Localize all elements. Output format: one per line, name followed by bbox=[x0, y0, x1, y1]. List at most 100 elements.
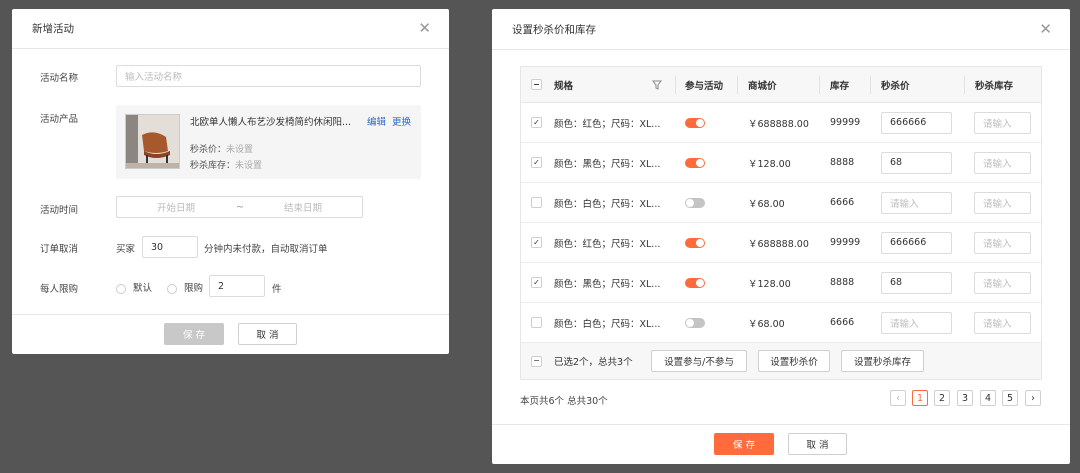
page-1[interactable]: 1 bbox=[912, 390, 928, 406]
seckill-stock-input[interactable]: 请输入 bbox=[974, 311, 1031, 334]
toggle-switch[interactable] bbox=[685, 237, 705, 248]
activity-product-label: 活动产品 bbox=[40, 114, 79, 125]
set-seckill-price-button[interactable]: 设置秒杀价 bbox=[758, 350, 830, 372]
seckill-price-input[interactable]: 68 bbox=[881, 151, 952, 174]
replace-product-link[interactable]: 更换 bbox=[392, 114, 411, 128]
toggle-switch[interactable] bbox=[685, 317, 705, 328]
save-button[interactable]: 保 存 bbox=[714, 433, 774, 455]
radio-icon[interactable] bbox=[116, 283, 126, 294]
checkbox-icon[interactable]: ✓ bbox=[531, 157, 542, 168]
seckill-price-cell: 请输入 bbox=[881, 183, 952, 222]
spec-cell: 颜色：红色；尺码：XL... bbox=[554, 118, 661, 130]
seckill-stock-cell: 请输入 bbox=[974, 183, 1031, 222]
checkbox-icon[interactable] bbox=[531, 317, 542, 328]
end-date-input[interactable]: 结束日期 bbox=[284, 200, 322, 214]
modal-footer: 保 存 取 消 bbox=[12, 314, 449, 354]
radio-default[interactable]: 默认 bbox=[116, 280, 152, 294]
stock-cell: 6666 bbox=[830, 197, 855, 208]
cancel-minutes-input[interactable]: 30 bbox=[142, 236, 198, 258]
set-seckill-stock-button[interactable]: 设置秒杀库存 bbox=[841, 350, 924, 372]
checkbox-icon[interactable]: − bbox=[531, 79, 542, 90]
cancel-button[interactable]: 取 消 bbox=[238, 323, 297, 345]
seckill-stock-input[interactable]: 请输入 bbox=[974, 151, 1031, 174]
seckill-stock-input[interactable]: 请输入 bbox=[974, 191, 1031, 214]
seckill-stock-input[interactable]: 请输入 bbox=[974, 231, 1031, 254]
seckill-stock-cell: 请输入 bbox=[974, 143, 1031, 182]
page-5[interactable]: 5 bbox=[1002, 390, 1018, 406]
checkbox-icon[interactable] bbox=[531, 197, 542, 208]
mall-price-cell: ￥688888.00 bbox=[748, 118, 809, 130]
toggle-switch[interactable] bbox=[685, 197, 705, 208]
seckill-stock-input[interactable]: 请输入 bbox=[974, 111, 1031, 134]
toggle-switch[interactable] bbox=[685, 277, 705, 288]
row-checkbox[interactable] bbox=[531, 303, 542, 342]
purchase-limit-label: 每人限购 bbox=[40, 284, 79, 295]
buyer-text: 买家 bbox=[116, 244, 136, 255]
table-body: ✓ 颜色：红色；尺码：XL... ￥688888.00 99999 666666 请输入 … bbox=[521, 103, 1041, 343]
checkbox-icon[interactable]: ✓ bbox=[531, 117, 542, 128]
table-row: ✓ 颜色：黑色；尺码：XL... ￥128.00 8888 68 请输入 bbox=[521, 143, 1041, 183]
modal-header: 设置秒杀价和库存 ✕ bbox=[492, 9, 1070, 50]
page-3[interactable]: 3 bbox=[957, 390, 973, 406]
row-checkbox[interactable]: ✓ bbox=[531, 143, 542, 182]
seckill-price-input[interactable]: 请输入 bbox=[881, 191, 952, 214]
edit-product-link[interactable]: 编辑 bbox=[367, 114, 386, 128]
product-thumbnail bbox=[125, 114, 180, 169]
radio-default-label: 默认 bbox=[133, 283, 153, 294]
row-checkbox[interactable]: ✓ bbox=[531, 263, 542, 302]
row-checkbox[interactable]: ✓ bbox=[531, 223, 542, 262]
seckill-price-input[interactable]: 请输入 bbox=[881, 311, 952, 334]
toggle-switch[interactable] bbox=[685, 117, 705, 128]
save-button[interactable]: 保 存 bbox=[164, 323, 224, 345]
seckill-stock-input[interactable]: 请输入 bbox=[974, 271, 1031, 294]
range-separator: ~ bbox=[236, 201, 244, 213]
page-4[interactable]: 4 bbox=[980, 390, 996, 406]
seckill-stock-cell: 请输入 bbox=[974, 103, 1031, 142]
seckill-price-cell: 666666 bbox=[881, 223, 952, 262]
select-all-checkbox[interactable]: − bbox=[531, 67, 542, 102]
checkbox-icon[interactable]: ✓ bbox=[531, 237, 542, 248]
col-spec: 规格 bbox=[554, 80, 574, 92]
spec-cell: 颜色：黑色；尺码：XL... bbox=[554, 278, 661, 290]
row-checkbox[interactable]: ✓ bbox=[531, 103, 542, 142]
seckill-stock-cell: 请输入 bbox=[974, 223, 1031, 262]
radio-limit[interactable]: 限购 bbox=[167, 280, 203, 294]
seckill-price-value: 未设置 bbox=[226, 145, 254, 155]
seckill-price-cell: 请输入 bbox=[881, 303, 952, 342]
join-toggle-cell[interactable] bbox=[685, 103, 705, 142]
toggle-switch[interactable] bbox=[685, 157, 705, 168]
col-stock: 库存 bbox=[830, 80, 850, 92]
date-range-picker[interactable]: 开始日期 ~ 结束日期 bbox=[116, 196, 363, 218]
join-toggle-cell[interactable] bbox=[685, 223, 705, 262]
join-toggle-cell[interactable] bbox=[685, 303, 705, 342]
close-icon[interactable]: ✕ bbox=[1039, 21, 1052, 37]
activity-name-input[interactable]: 输入活动名称 bbox=[116, 65, 421, 87]
seckill-price-input[interactable]: 68 bbox=[881, 271, 952, 294]
join-toggle-cell[interactable] bbox=[685, 183, 705, 222]
start-date-input[interactable]: 开始日期 bbox=[157, 200, 195, 214]
checkbox-icon[interactable]: ✓ bbox=[531, 277, 542, 288]
row-checkbox[interactable] bbox=[531, 183, 542, 222]
chevron-right-icon[interactable]: › bbox=[1025, 390, 1041, 406]
seckill-price-stock-modal: 设置秒杀价和库存 ✕ − 规格 参与活动 商城价 库存 秒杀价 秒杀库存 ✓ 颜色… bbox=[492, 9, 1070, 464]
page-2[interactable]: 2 bbox=[934, 390, 950, 406]
set-join-button[interactable]: 设置参与/不参与 bbox=[651, 350, 747, 372]
limit-quantity-input[interactable]: 2 bbox=[209, 275, 265, 297]
chevron-left-icon[interactable]: ‹ bbox=[890, 390, 906, 406]
mall-price-cell: ￥68.00 bbox=[748, 198, 785, 210]
cancel-button[interactable]: 取 消 bbox=[788, 433, 847, 455]
join-toggle-cell[interactable] bbox=[685, 263, 705, 302]
seckill-price-label: 秒杀价： bbox=[190, 145, 227, 155]
radio-icon[interactable] bbox=[167, 283, 177, 294]
checkbox-icon[interactable]: − bbox=[531, 355, 542, 367]
bulk-select-checkbox[interactable]: − bbox=[531, 343, 542, 379]
filter-icon[interactable] bbox=[652, 67, 662, 102]
seckill-price-input[interactable]: 666666 bbox=[881, 231, 952, 254]
join-toggle-cell[interactable] bbox=[685, 143, 705, 182]
col-seckill-price: 秒杀价 bbox=[881, 80, 910, 92]
close-icon[interactable]: ✕ bbox=[418, 21, 431, 36]
activity-time-label: 活动时间 bbox=[40, 205, 79, 216]
page-summary: 本页共6个 总共30个 bbox=[520, 396, 608, 407]
seckill-price-input[interactable]: 666666 bbox=[881, 111, 952, 134]
product-card: 北欧单人懒人布艺沙发椅简约休闲阳... 编辑 更换 秒杀价：未设置 秒杀库存：未… bbox=[116, 105, 421, 179]
